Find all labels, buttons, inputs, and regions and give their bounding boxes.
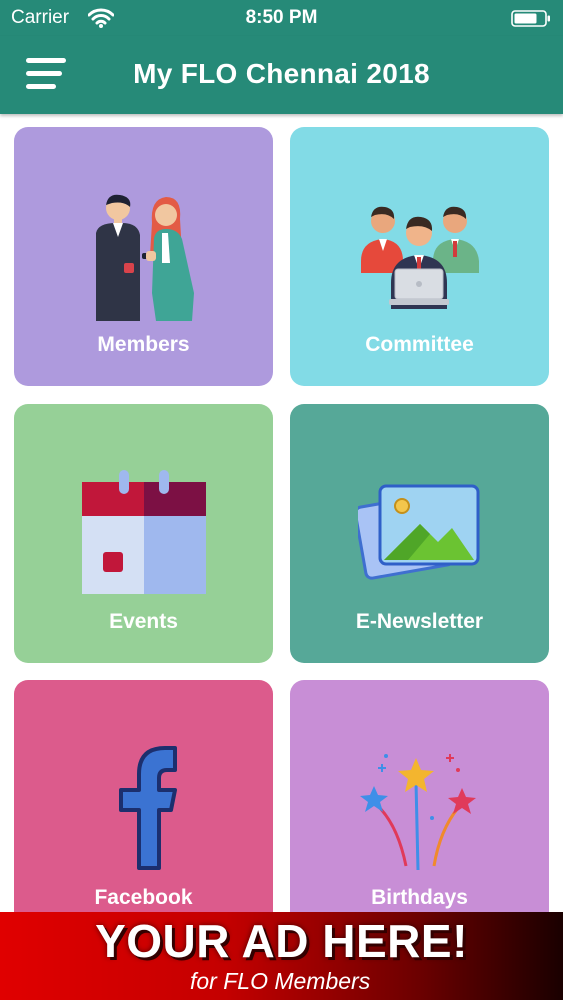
committee-illustration-icon <box>360 206 479 309</box>
tile-label: Committee <box>365 333 474 356</box>
members-illustration-icon <box>95 194 194 321</box>
fireworks-icon <box>359 754 476 870</box>
facebook-icon <box>118 746 177 870</box>
tile-committee[interactable]: Committee <box>290 127 549 386</box>
tile-label: Events <box>109 610 178 633</box>
tile-label: Birthdays <box>371 886 468 909</box>
tile-label: E-Newsletter <box>355 610 484 633</box>
status-bar: Carrier 8:50 PM <box>0 0 563 36</box>
tile-facebook[interactable]: Facebook <box>14 680 273 939</box>
tile-enewsletter[interactable]: E-Newsletter <box>290 404 549 663</box>
ad-headline: YOUR AD HERE! <box>95 915 468 967</box>
page-title: My FLO Chennai 2018 <box>133 58 430 89</box>
calendar-icon <box>81 470 206 594</box>
ad-banner[interactable]: YOUR AD HERE! for FLO Members <box>0 912 563 1000</box>
ad-subtext: for FLO Members <box>190 968 371 994</box>
nav-bar: My FLO Chennai 2018 <box>0 36 563 114</box>
battery-icon <box>511 10 550 27</box>
tile-birthdays[interactable]: Birthdays <box>290 680 549 939</box>
tile-events[interactable]: Events <box>14 404 273 663</box>
tile-label: Facebook <box>94 886 193 909</box>
status-time: 8:50 PM <box>245 7 318 28</box>
tile-label: Members <box>97 333 190 356</box>
tile-members[interactable]: Members <box>14 127 273 386</box>
image-gallery-icon <box>357 484 479 580</box>
